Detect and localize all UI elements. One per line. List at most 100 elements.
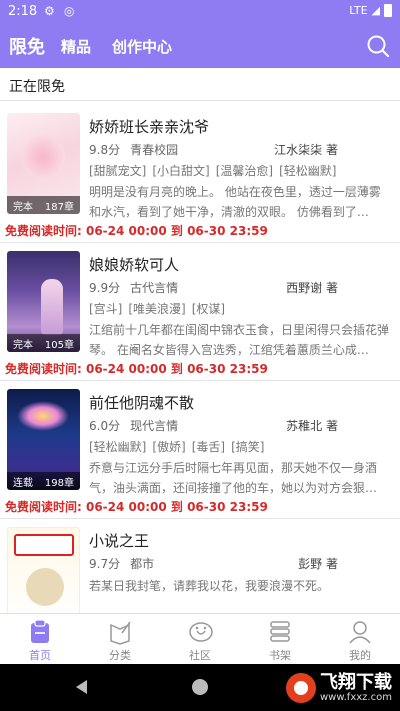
- book-author: 江水柒柒 著: [274, 143, 338, 157]
- watermark-url: www.fxxz.com: [320, 691, 392, 703]
- nav-home[interactable]: 首页: [0, 614, 80, 665]
- book-tag: [宫斗]: [89, 302, 123, 316]
- book-description: 若某日我封笔，请葬我以花，我要浪漫不死。: [89, 579, 330, 593]
- top-bar: 限免 精品 创作中心: [0, 24, 400, 68]
- system-nav-bar: 飞翔下载 www.fxxz.com: [0, 664, 400, 711]
- divider: [0, 380, 400, 381]
- book-tag: [轻松幽默]: [89, 440, 147, 454]
- nav-profile[interactable]: 我的: [320, 614, 400, 665]
- book-tags: [宫斗] [唯美浪漫] [权谋]: [89, 300, 231, 317]
- nav-community[interactable]: 社区: [160, 614, 240, 665]
- chapter-count: 187章: [44, 201, 74, 213]
- book-icon: [31, 619, 49, 643]
- book-author: 彭野 著: [298, 557, 338, 571]
- book-status: 连载: [13, 477, 33, 489]
- book-title[interactable]: 前任他阴魂不散: [89, 392, 194, 413]
- tab-creation-center[interactable]: 创作中心: [112, 36, 172, 57]
- book-tag: [小白甜文]: [152, 164, 210, 178]
- nav-label: 书架: [269, 649, 291, 662]
- cover-meme-face: [26, 568, 64, 606]
- network-label: LTE: [349, 4, 368, 17]
- tab-free[interactable]: 限免: [9, 33, 45, 59]
- book-tag: [傲娇]: [152, 440, 186, 454]
- book-cover[interactable]: 连载 198章: [7, 389, 80, 490]
- settings-gear-icon: ⚙: [44, 4, 55, 18]
- clock: 2:18: [8, 4, 38, 19]
- book-tag: [温馨治愈]: [215, 164, 274, 178]
- book-genre: 古代言情: [130, 281, 179, 295]
- nav-bookshelf[interactable]: 书架: [240, 614, 320, 665]
- divider: [0, 518, 400, 519]
- book-tag: [权谋]: [191, 302, 226, 316]
- free-read-period: 免费阅读时间: 06-24 00:00 到 06-30 23:59: [5, 224, 268, 238]
- book-description: 江绾前十几年都在闺阁中锦衣玉食，日里闲得只会插花弹琴。 在阉名女皆得入宫选秀，江…: [89, 323, 390, 357]
- back-icon[interactable]: [76, 680, 87, 694]
- book-cover[interactable]: 完本 105章: [7, 251, 80, 352]
- book-meta: 9.8分 青春校园: [89, 141, 178, 158]
- book-description: 明明是没有月亮的晚上。 他站在夜色里，透过一层薄雾和水汽，看到了她干净，清澈的双…: [89, 185, 381, 219]
- section-title: 正在限免: [9, 79, 65, 95]
- free-read-period: 免费阅读时间: 06-24 00:00 到 06-30 23:59: [5, 362, 268, 376]
- cover-art: [14, 534, 74, 556]
- nav-label: 首页: [29, 649, 51, 662]
- nav-label: 社区: [189, 649, 211, 662]
- book-meta: 9.9分 古代言情: [89, 279, 178, 296]
- book-genre: 都市: [130, 557, 155, 571]
- cover-art: [21, 135, 65, 179]
- sync-icon: ◎: [64, 4, 75, 18]
- search-icon[interactable]: [366, 34, 390, 58]
- cover-art: [41, 279, 63, 335]
- book-title[interactable]: 娇娇班长亲亲沈爷: [89, 116, 209, 137]
- nav-label: 我的: [349, 649, 371, 662]
- book-tag: [唯美浪漫]: [128, 302, 186, 316]
- book-item[interactable]: 小说之王 9.7分 都市 彭野 著 若某日我封笔，请葬我以花，我要浪漫不死。: [0, 527, 400, 613]
- book-author: 西野谢 著: [286, 281, 338, 295]
- book-meta: 6.0分 现代言情: [89, 417, 178, 434]
- book-item[interactable]: 连载 198章 前任他阴魂不散 6.0分 现代言情 苏稚北 著 [轻松幽默] [傲娇…: [0, 389, 400, 529]
- tab-premium[interactable]: 精品: [61, 36, 91, 57]
- book-status: 完本: [13, 201, 33, 213]
- book-title[interactable]: 娘娘娇软可人: [89, 254, 179, 275]
- book-tag: [轻松幽默]: [279, 164, 337, 178]
- chapter-count: 105章: [44, 339, 74, 351]
- book-cover[interactable]: [7, 527, 80, 613]
- home-icon[interactable]: [192, 679, 208, 695]
- nav-category[interactable]: 分类: [80, 614, 160, 665]
- book-status: 完本: [13, 339, 33, 351]
- status-bar: 2:18 ⚙ ◎ LTE ◢: [0, 0, 400, 24]
- book-title[interactable]: 小说之王: [89, 530, 149, 551]
- book-author: 苏稚北 著: [286, 419, 338, 433]
- profile-icon: [349, 621, 371, 644]
- book-genre: 现代言情: [130, 419, 179, 433]
- community-icon: [189, 622, 213, 642]
- signal-icon: ◢: [371, 4, 380, 17]
- book-score: 9.9分: [89, 281, 121, 295]
- category-icon: [110, 621, 131, 645]
- book-tag: [毒舌]: [191, 440, 226, 454]
- cover-badge: 完本 105章: [7, 334, 80, 352]
- status-right: LTE ◢: [349, 4, 392, 17]
- book-tags: [甜腻宠文] [小白甜文] [温馨治愈] [轻松幽默]: [89, 162, 343, 179]
- divider: [0, 100, 400, 101]
- cover-badge: 连载 198章: [7, 472, 80, 490]
- watermark: 飞翔下载 www.fxxz.com: [286, 670, 392, 706]
- book-tag: [搞笑]: [231, 440, 265, 454]
- cover-badge: 完本 187章: [7, 196, 80, 214]
- book-score: 6.0分: [89, 419, 121, 433]
- book-tags: [轻松幽默] [傲娇] [毒舌] [搞笑]: [89, 438, 271, 455]
- book-score: 9.8分: [89, 143, 121, 157]
- watermark-brand: 飞翔下载: [320, 671, 392, 693]
- nav-label: 分类: [109, 649, 131, 662]
- cover-art: [17, 401, 69, 431]
- book-score: 9.7分: [89, 557, 121, 571]
- book-meta: 9.7分 都市: [89, 555, 154, 572]
- book-tag: [甜腻宠文]: [89, 164, 147, 178]
- chapter-count: 198章: [44, 477, 74, 489]
- book-genre: 青春校园: [130, 143, 179, 157]
- book-item[interactable]: 完本 105章 娘娘娇软可人 9.9分 古代言情 西野谢 著 [宫斗] [唯美浪漫]…: [0, 251, 400, 391]
- book-item[interactable]: 完本 187章 娇娇班长亲亲沈爷 9.8分 青春校园 江水柒柒 著 [甜腻宠文][…: [0, 113, 400, 253]
- watermark-logo-icon: [286, 673, 316, 703]
- free-read-period: 免费阅读时间: 06-24 00:00 到 06-30 23:59: [5, 500, 268, 514]
- bookshelf-icon: [270, 621, 290, 642]
- book-cover[interactable]: 完本 187章: [7, 113, 80, 214]
